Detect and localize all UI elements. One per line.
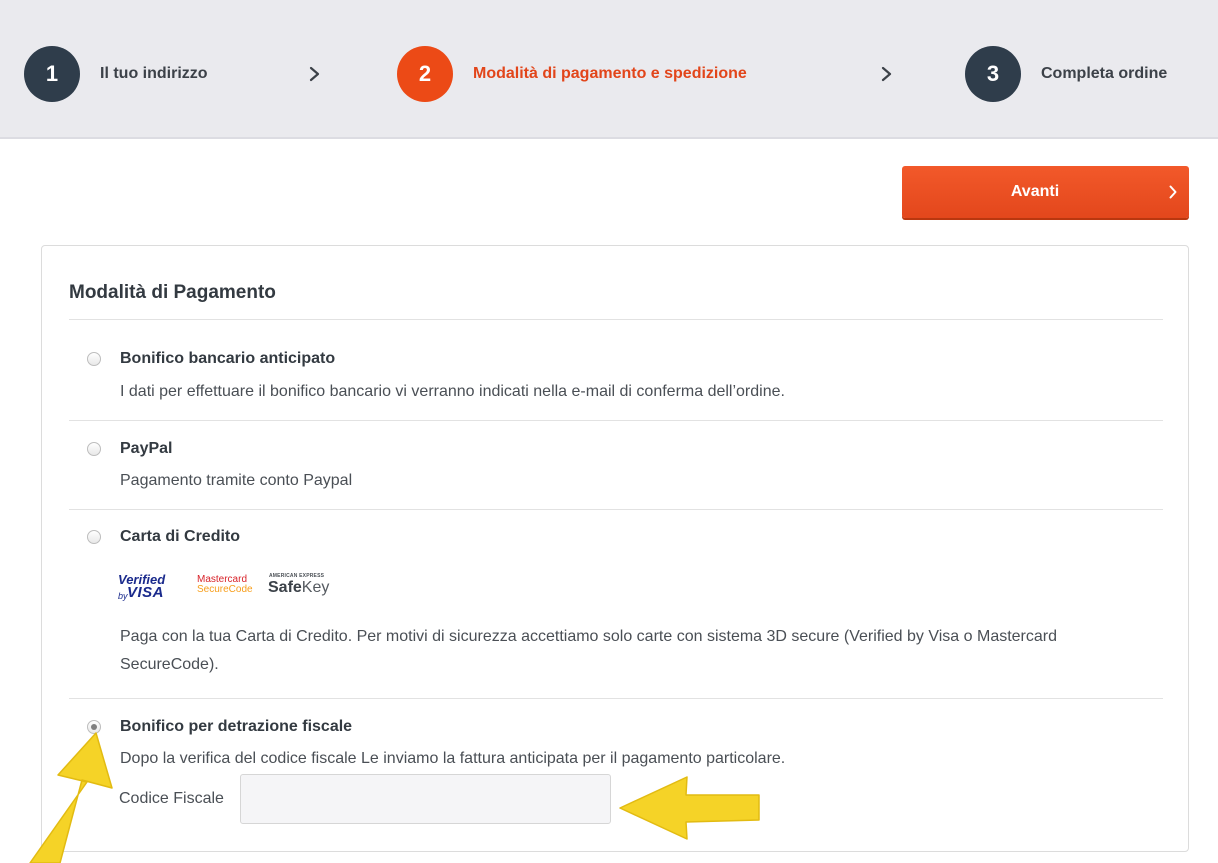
checkout-stepper: 1 Il tuo indirizzo 2 Modalità di pagamen… [0, 0, 1218, 139]
tax-code-input[interactable] [240, 774, 611, 824]
option-description-paypal: Pagamento tramite conto Paypal [120, 472, 353, 489]
step-label-complete-order: Completa ordine [1041, 65, 1168, 82]
radio-tax-deduction-transfer[interactable] [87, 720, 101, 734]
radio-credit-card[interactable] [87, 530, 101, 544]
step-label-payment-shipping: Modalità di pagamento e spedizione [473, 65, 747, 82]
divider [69, 698, 1163, 699]
tax-code-label: Codice Fiscale [119, 790, 224, 807]
radio-bank-transfer[interactable] [87, 352, 101, 366]
payment-methods-panel: Modalità di Pagamento Bonifico bancario … [41, 245, 1189, 852]
card-security-logos: Verified by VISA Mastercard SecureCode A… [118, 572, 358, 601]
option-title-paypal: PayPal [120, 440, 173, 457]
step-address[interactable]: 1 Il tuo indirizzo [24, 46, 208, 102]
option-title-bank-transfer: Bonifico bancario anticipato [120, 350, 336, 367]
option-title-credit-card: Carta di Credito [120, 528, 241, 545]
chevron-right-icon [1169, 185, 1177, 199]
option-title-tax-deduction-transfer: Bonifico per detrazione fiscale [120, 718, 353, 735]
next-button[interactable]: Avanti [902, 166, 1189, 218]
divider [69, 509, 1163, 510]
mastercard-securecode-logo: Mastercard SecureCode [197, 574, 253, 595]
step-number-1: 1 [24, 46, 80, 102]
divider [69, 420, 1163, 421]
verified-by-visa-logo: Verified by VISA [118, 572, 166, 601]
step-number-2: 2 [397, 46, 453, 102]
divider [69, 319, 1163, 320]
option-description-credit-card: Paga con la tua Carta di Credito. Per mo… [120, 628, 1058, 673]
option-description-bank-transfer: I dati per effettuare il bonifico bancar… [120, 383, 785, 400]
amex-safekey-logo: AMERICAN EXPRESS SafeKey [268, 573, 330, 596]
step-complete-order[interactable]: 3 Completa ordine [965, 46, 1167, 102]
chevron-right-icon [880, 60, 894, 88]
next-button-label: Avanti [1010, 183, 1060, 200]
chevron-right-icon [308, 60, 322, 88]
step-number-3: 3 [965, 46, 1021, 102]
option-description-tax-deduction-transfer: Dopo la verifica del codice fiscale Le i… [120, 750, 786, 767]
step-payment-shipping[interactable]: 2 Modalità di pagamento e spedizione [397, 46, 747, 102]
panel-title: Modalità di Pagamento [69, 282, 276, 303]
radio-paypal[interactable] [87, 442, 101, 456]
step-label-address: Il tuo indirizzo [100, 65, 208, 82]
